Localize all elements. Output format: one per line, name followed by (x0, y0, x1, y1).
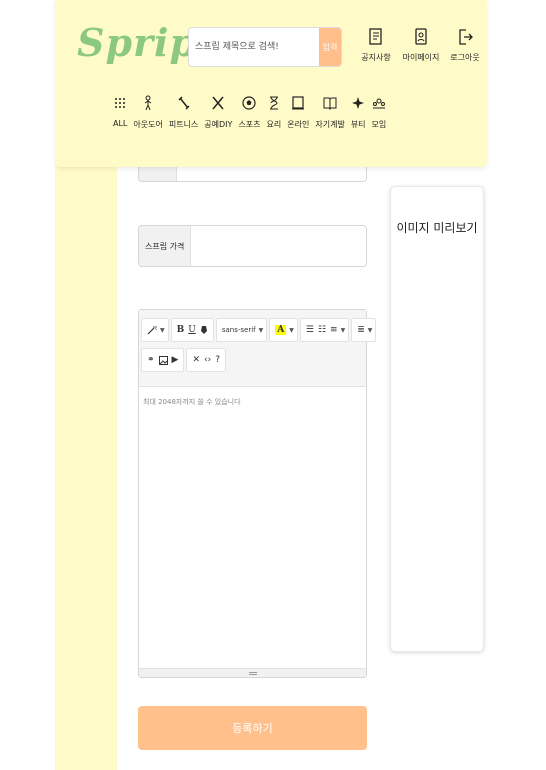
logout-icon (459, 29, 473, 45)
category-label: 온라인 (287, 120, 310, 129)
rich-text-editor[interactable]: ▼ B U sans-serif ▼ A ▼ ☰ ☷ ≡ ▼ ≣ ▼ ⚭ ▶ ✕… (138, 309, 377, 678)
price-field[interactable]: 스프립 가격 (138, 225, 367, 267)
search-bar: 입력 (188, 27, 342, 67)
style-group[interactable]: ▼ (141, 318, 169, 342)
align-icon[interactable]: ≡ (328, 325, 340, 335)
misc-group: ✕ ‹› ? (186, 348, 226, 372)
soccer-icon (242, 96, 257, 110)
price-input[interactable] (191, 226, 366, 266)
cooking-icon (269, 96, 278, 110)
editor-placeholder: 최대 2048자까지 쓸 수 있습니다 (143, 398, 241, 406)
search-button[interactable]: 입력 (319, 28, 341, 66)
mypage-link[interactable]: 마이페이지 (400, 28, 442, 63)
numbered-list-icon[interactable]: ☷ (316, 325, 328, 335)
resize-handle[interactable] (139, 668, 366, 677)
format-group: B U (170, 318, 214, 342)
underline-button[interactable]: U (186, 325, 198, 335)
help-button[interactable]: ? (213, 355, 222, 365)
color-group[interactable]: A ▼ (269, 318, 298, 342)
bold-button[interactable]: B (175, 325, 187, 335)
notice-link[interactable]: 공지사항 (355, 28, 397, 63)
category-label: 뷰티 (350, 120, 366, 129)
image-icon[interactable] (157, 355, 170, 365)
category-outdoor[interactable]: 아웃도어 (133, 95, 163, 130)
editor-toolbar: ▼ B U sans-serif ▼ A ▼ ☰ ☷ ≡ ▼ ≣ ▼ ⚭ ▶ ✕… (139, 310, 377, 387)
sparkle-icon (352, 97, 365, 109)
link-icon[interactable]: ⚭ (145, 355, 157, 365)
list-group: ☰ ☷ ≡ ▼ (299, 318, 350, 342)
category-beauty[interactable]: 뷰티 (351, 95, 366, 130)
logout-link[interactable]: 로그아웃 (444, 28, 486, 63)
image-preview-panel: 이미지 미리보기 (390, 186, 484, 652)
category-nav: ALL 아웃도어 피트니스 공예DIY 스포츠 요리 온라인 자기계발 뷰티 모… (113, 95, 392, 130)
category-label: 아웃도어 (133, 120, 163, 129)
magic-icon[interactable] (145, 325, 159, 335)
header: Sprip 입력 공지사항 마이페이지 로그아웃 ALL 아웃도어 (55, 0, 487, 167)
category-self-dev[interactable]: 자기계발 (315, 95, 345, 130)
online-icon (292, 96, 305, 110)
bullet-list-icon[interactable]: ☰ (304, 325, 316, 335)
book-icon (323, 97, 337, 110)
insert-group: ⚭ ▶ (141, 348, 185, 372)
font-select[interactable]: sans-serif (220, 326, 258, 334)
category-cooking[interactable]: 요리 (266, 95, 282, 130)
paragraph-group[interactable]: ≣ ▼ (351, 318, 377, 342)
price-label: 스프립 가격 (139, 226, 192, 266)
highlight-button[interactable]: A (273, 325, 288, 335)
eraser-icon[interactable] (198, 325, 210, 335)
grid-icon (115, 98, 126, 108)
code-icon[interactable]: ‹› (202, 355, 213, 365)
category-all[interactable]: ALL (113, 95, 127, 130)
category-online[interactable]: 온라인 (287, 95, 309, 130)
outdoor-icon (144, 95, 152, 111)
grip-icon (248, 671, 257, 675)
category-group[interactable]: 모임 (371, 95, 387, 130)
font-group[interactable]: sans-serif ▼ (215, 318, 268, 342)
group-icon (372, 98, 385, 109)
category-fitness[interactable]: 피트니스 (169, 95, 198, 130)
video-icon[interactable]: ▶ (170, 355, 181, 365)
preview-title: 이미지 미리보기 (396, 221, 478, 235)
category-label: 자기계발 (315, 120, 345, 129)
logout-label: 로그아웃 (450, 53, 480, 62)
category-label: 요리 (266, 120, 282, 129)
notice-icon (369, 28, 382, 45)
fitness-icon (178, 96, 190, 110)
page: 스프립 가격 ▼ B U sans-serif ▼ A ▼ ☰ ☷ ≡ ▼ ≣ … (0, 0, 546, 770)
category-label: ALL (113, 119, 128, 128)
category-craft[interactable]: 공예DIY (204, 95, 232, 130)
category-label: 스포츠 (238, 120, 261, 129)
craft-icon (212, 96, 224, 110)
submit-button[interactable]: 등록하기 (138, 706, 367, 750)
notice-label: 공지사항 (361, 53, 391, 62)
paragraph-icon[interactable]: ≣ (355, 325, 367, 335)
mypage-icon (415, 28, 427, 45)
category-label: 피트니스 (168, 120, 199, 129)
fullscreen-icon[interactable]: ✕ (190, 355, 202, 365)
search-input[interactable] (189, 28, 319, 66)
category-label: 공예DIY (204, 120, 233, 129)
editor-area[interactable]: 최대 2048자까지 쓸 수 있습니다 (139, 387, 366, 667)
mypage-label: 마이페이지 (402, 53, 440, 62)
logo[interactable]: Sprip (77, 20, 197, 65)
category-label: 모임 (371, 120, 387, 129)
category-sports[interactable]: 스포츠 (238, 95, 261, 130)
